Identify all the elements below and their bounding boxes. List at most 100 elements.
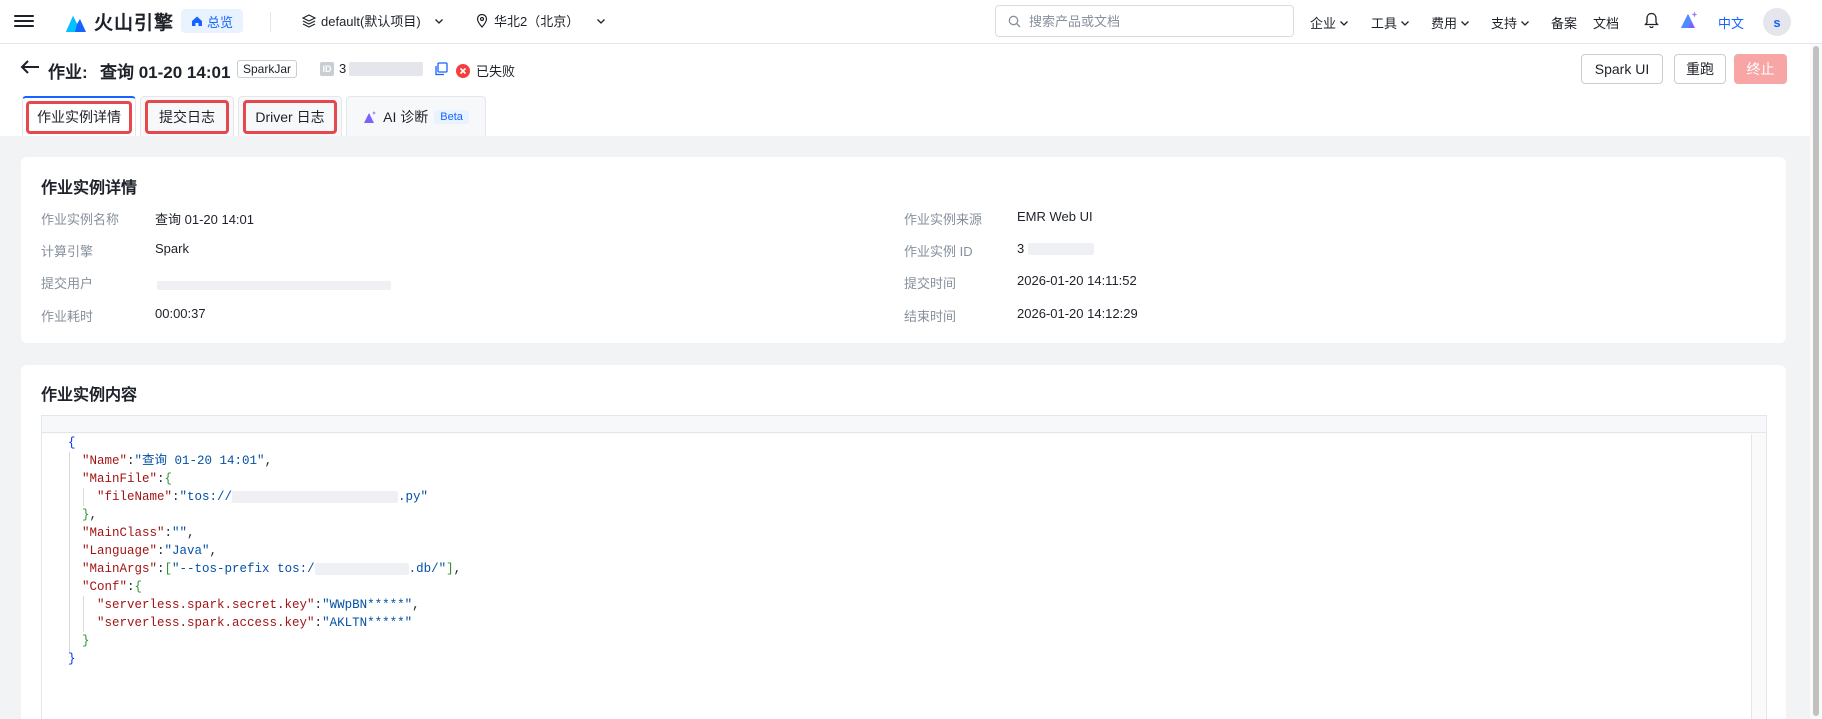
layers-icon (302, 13, 316, 28)
code-line: } (68, 650, 76, 668)
field-label: 提交时间 (904, 276, 957, 291)
json-brace: } (68, 652, 76, 666)
code-line: { (68, 434, 76, 452)
location-pin-icon (476, 13, 488, 28)
chevron-down-icon (1401, 20, 1409, 26)
code-line: "serverless.spark.secret.key":"WWpBN****… (97, 598, 420, 612)
field-label: 作业耗时 (41, 309, 94, 324)
back-arrow-icon[interactable] (20, 59, 40, 75)
status-badge: 已失败 (456, 61, 515, 80)
code-line: "MainFile":{ (82, 472, 173, 486)
code-viewer[interactable]: { "Name":"查询 01-20 14:01", "MainFile":{ … (41, 415, 1767, 719)
code-line: "MainClass":"", (82, 526, 195, 540)
tab-job-instance-details[interactable]: 作业实例详情 (22, 96, 136, 136)
redacted-path (232, 490, 399, 503)
volcano-logo-icon (66, 15, 86, 32)
json-key: "fileName" (97, 490, 173, 504)
nav-billing[interactable]: 费用 (1431, 13, 1470, 32)
json-value: "tos:// (179, 490, 233, 504)
tab-submit-log[interactable]: 提交日志 (140, 96, 234, 136)
language-switch[interactable]: 中文 (1718, 13, 1744, 32)
rerun-button[interactable]: 重跑 (1674, 54, 1726, 84)
json-value: "--tos-prefix tos:/ (172, 562, 315, 576)
nav-support[interactable]: 支持 (1491, 13, 1530, 32)
ai-diagnosis-icon (364, 110, 377, 123)
nav-enterprise-label: 企业 (1310, 16, 1337, 31)
project-name: default(默认项目) (321, 14, 421, 29)
json-key: "Name" (82, 454, 128, 468)
nav-support-label: 支持 (1491, 16, 1518, 31)
project-selector[interactable]: default(默认项目) (302, 11, 444, 30)
field-label: 作业实例 ID (904, 244, 973, 259)
stop-button[interactable]: 终止 (1734, 54, 1787, 84)
bell-icon[interactable] (1644, 12, 1659, 29)
field-label: 作业实例名称 (41, 212, 120, 227)
nav-filing[interactable]: 备案 (1551, 13, 1577, 32)
region-name: 华北2（北京） (494, 14, 580, 29)
field-label: 结束时间 (904, 309, 957, 324)
submit-time: 2026-01-20 14:11:52 (1017, 273, 1137, 288)
tab-label: 作业实例详情 (37, 109, 121, 125)
overview-button[interactable]: 总览 (181, 9, 244, 33)
tab-driver-log[interactable]: Driver 日志 (238, 96, 342, 136)
search-input[interactable] (1029, 13, 1269, 29)
content-section-title: 作业实例内容 (41, 387, 138, 404)
indent-guide (69, 452, 70, 652)
chevron-down-icon (1340, 20, 1348, 26)
details-section-title: 作业实例详情 (41, 180, 138, 197)
language-label: 中文 (1718, 16, 1745, 31)
id-icon: ID (320, 61, 334, 76)
json-value: .py" (398, 490, 429, 504)
json-value: "WWpBN*****" (322, 598, 413, 612)
json-key: "MainClass" (82, 526, 165, 540)
job-type-badge: SparkJar (237, 60, 298, 78)
ai-assistant-icon[interactable] (1679, 10, 1699, 30)
redacted-path (314, 562, 409, 575)
beta-badge: Beta (434, 109, 469, 124)
json-key: "serverless.spark.access.key" (97, 616, 315, 630)
nav-billing-label: 费用 (1431, 16, 1458, 31)
menu-icon[interactable] (14, 12, 34, 32)
json-value: "AKLTN*****" (322, 616, 413, 630)
tab-label: AI 诊断 (383, 108, 429, 125)
json-key: "MainArgs" (82, 562, 158, 576)
end-time: 2026-01-20 14:12:29 (1017, 306, 1138, 321)
code-line: "Name":"查询 01-20 14:01", (82, 454, 273, 468)
tab-ai-diagnosis[interactable]: AI 诊断 Beta (346, 96, 486, 136)
user-avatar[interactable]: s (1763, 8, 1791, 36)
overview-label: 总览 (207, 14, 234, 30)
title-prefix: 作业: (48, 63, 88, 82)
json-key: "MainFile" (82, 472, 158, 486)
indent-guide (83, 596, 84, 632)
error-icon (456, 63, 470, 78)
json-editor[interactable]: { "Name":"查询 01-20 14:01", "MainFile":{ … (42, 434, 1752, 719)
nav-tools[interactable]: 工具 (1371, 13, 1410, 32)
code-line: }, (82, 508, 98, 522)
job-instance-id: 3 (1017, 241, 1025, 256)
job-duration: 00:00:37 (155, 306, 206, 321)
code-line: "Conf":{ (82, 580, 143, 594)
chevron-down-icon (597, 18, 606, 24)
json-key: "Language" (82, 544, 158, 558)
spark-ui-button[interactable]: Spark UI (1581, 54, 1663, 84)
nav-enterprise[interactable]: 企业 (1310, 13, 1349, 32)
code-line: "Language":"Java", (82, 544, 218, 558)
job-content-card: 作业实例内容 { "Name":"查询 01-20 14:01", "MainF… (21, 365, 1786, 719)
code-line: } (82, 634, 90, 648)
search-bar[interactable] (995, 5, 1294, 37)
redacted-user (157, 281, 391, 290)
job-id: ID 3 (320, 61, 448, 76)
chevron-down-icon (1521, 20, 1529, 26)
chevron-down-icon (434, 18, 443, 24)
search-icon (1008, 15, 1021, 27)
nav-filing-label: 备案 (1551, 16, 1578, 31)
json-key: "serverless.spark.secret.key" (97, 598, 315, 612)
page-scrollbar[interactable] (1813, 46, 1819, 716)
brand-logo[interactable]: 火山引擎 (64, 8, 174, 35)
copy-icon[interactable] (434, 61, 448, 76)
status-text: 已失败 (476, 64, 516, 79)
job-instance-name: 查询 01-20 14:01 (155, 212, 255, 227)
region-selector[interactable]: 华北2（北京） (475, 11, 606, 30)
nav-docs[interactable]: 文档 (1593, 13, 1619, 32)
json-value: "查询 01-20 14:01" (134, 454, 265, 468)
